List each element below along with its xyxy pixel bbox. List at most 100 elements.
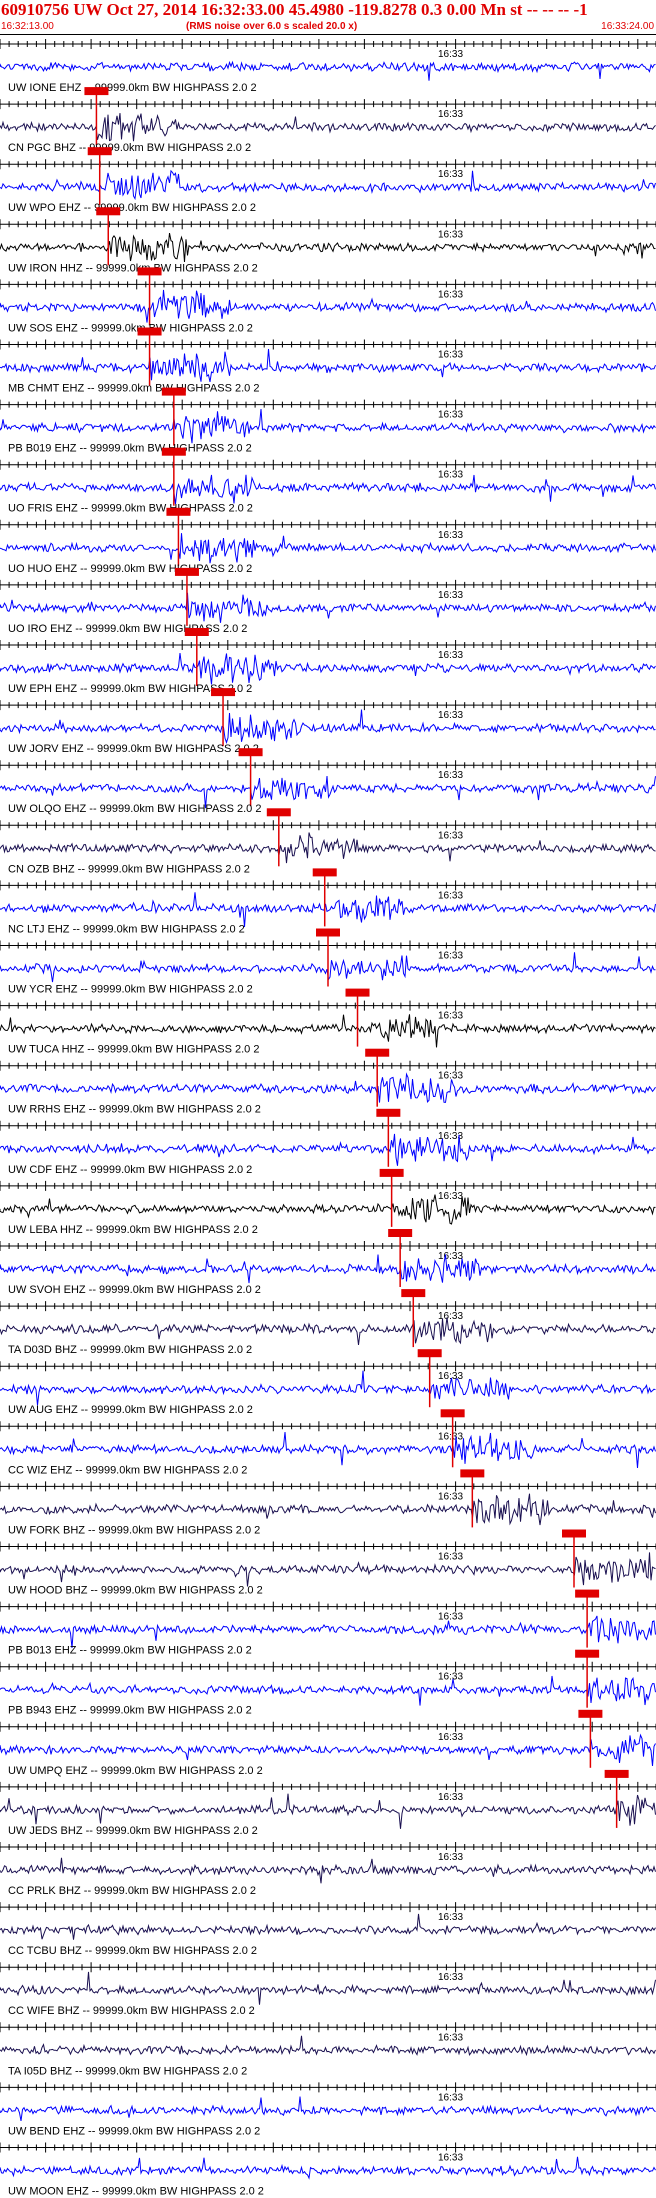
channel-label: PB B013 EHZ -- 99999.0km BW HIGHPASS 2.0… [8, 1645, 252, 1657]
waveform-trace [0, 1370, 656, 1406]
channel-label: UW JORV EHZ -- 99999.0km BW HIGHPASS 2.0… [8, 743, 259, 755]
channel-label: CC WIFE BHZ -- 99999.0km BW HIGHPASS 2.0… [8, 2005, 255, 2017]
channel-label: MB CHMT EHZ -- 99999.0km BW HIGHPASS 2.0… [8, 383, 259, 395]
pick-flag [312, 868, 337, 877]
waveform-trace [0, 1014, 656, 1048]
waveform-trace [0, 474, 656, 505]
channel-label: CN OZB BHZ -- 99999.0km BW HIGHPASS 2.0 … [8, 863, 250, 875]
waveform-trace [0, 233, 656, 263]
channel-label: UW SOS EHZ -- 99999.0km BW HIGHPASS 2.0 … [8, 322, 253, 334]
pick-flag [460, 1469, 485, 1478]
minute-label: 16:33 [438, 1852, 463, 1863]
pick-flag [96, 207, 121, 216]
waveform-trace [0, 289, 656, 323]
waveform-trace [0, 1615, 656, 1648]
pick-flag [440, 1409, 465, 1418]
waveform-trace [0, 1913, 656, 1940]
channel-label: UW MOON EHZ -- 99999.0km BW HIGHPASS 2.0… [8, 2186, 264, 2198]
minute-label: 16:33 [438, 1311, 463, 1322]
minute-label: 16:33 [438, 289, 463, 300]
pick-flag [379, 1168, 404, 1177]
minute-label: 16:33 [438, 1732, 463, 1743]
minute-label: 16:33 [438, 470, 463, 481]
waveform-trace [0, 113, 656, 142]
channel-label: CN PGC BHZ -- 99999.0km BW HIGHPASS 2.0 … [8, 142, 251, 154]
minute-label: 16:33 [438, 350, 463, 361]
pick-flag [87, 147, 112, 156]
pick-flag [238, 748, 263, 757]
waveform-trace [0, 1194, 656, 1225]
pick-flag [401, 1289, 426, 1298]
waveform-trace [0, 169, 656, 201]
waveform-trace [0, 1254, 656, 1284]
waveform-trace [0, 832, 656, 864]
minute-label: 16:33 [438, 650, 463, 661]
channel-label: UW AUG EHZ -- 99999.0km BW HIGHPASS 2.0 … [8, 1404, 253, 1416]
waveform-trace [0, 348, 656, 383]
waveform-trace [0, 1317, 656, 1346]
waveform-trace [0, 2096, 656, 2121]
pick-flag [376, 1108, 401, 1117]
channel-label: PB B019 EHZ -- 99999.0km BW HIGHPASS 2.0… [8, 443, 252, 455]
channel-label: UW JEDS BHZ -- 99999.0km BW HIGHPASS 2.0… [8, 1825, 258, 1837]
minute-label: 16:33 [438, 49, 463, 60]
channel-label: UW SVOH EHZ -- 99999.0km BW HIGHPASS 2.0… [8, 1284, 261, 1296]
minute-label: 16:33 [438, 169, 463, 180]
pick-flag [417, 1349, 442, 1358]
pick-flag [174, 567, 199, 576]
waveform-trace [0, 709, 656, 744]
waveform-trace [0, 2156, 656, 2180]
waveform-trace [0, 1133, 656, 1166]
channel-label: UW UMPQ EHZ -- 99999.0km BW HIGHPASS 2.0… [8, 1765, 263, 1777]
minute-label: 16:33 [438, 410, 463, 421]
seismogram-plot: 16:33 UW IONE EHZ -- 99999.0km BW HIGHPAS… [0, 39, 656, 2198]
pick-flag [316, 928, 340, 937]
waveform-trace [0, 60, 656, 81]
channel-label: UW RRHS EHZ -- 99999.0km BW HIGHPASS 2.0… [8, 1104, 261, 1116]
minute-label: 16:33 [438, 530, 463, 541]
minute-label: 16:33 [438, 1792, 463, 1803]
channel-label: TA D03D BHZ -- 99999.0km BW HIGHPASS 2.0… [8, 1344, 252, 1356]
minute-label: 16:33 [438, 770, 463, 781]
channel-label: UW CDF EHZ -- 99999.0km BW HIGHPASS 2.0 … [8, 1164, 252, 1176]
waveform-trace [0, 1793, 656, 1829]
channel-label: PB B943 EHZ -- 99999.0km BW HIGHPASS 2.0… [8, 1705, 252, 1717]
channel-label: UO HUO EHZ -- 99999.0km BW HIGHPASS 2.0 … [8, 563, 252, 575]
pick-flag [161, 387, 186, 396]
pick-flag [365, 1048, 390, 1057]
waveform-trace [0, 2035, 656, 2057]
minute-label: 16:33 [438, 229, 463, 240]
minute-label: 16:33 [438, 1912, 463, 1923]
waveform-trace [0, 408, 656, 444]
pick-flag [137, 327, 162, 336]
minute-label: 16:33 [438, 2032, 463, 2043]
channel-label: UW WPO EHZ -- 99999.0km BW HIGHPASS 2.0 … [8, 202, 256, 214]
minute-label: 16:33 [438, 2153, 463, 2164]
pick-flag [388, 1229, 413, 1237]
pick-flag [266, 808, 291, 817]
channel-label: UW LEBA HHZ -- 99999.0km BW HIGHPASS 2.0… [8, 1224, 258, 1236]
waveform-trace [0, 1431, 656, 1468]
waveform-trace [0, 1675, 656, 1706]
minute-label: 16:33 [438, 1431, 463, 1442]
pick-flag [575, 1589, 600, 1598]
minute-label: 16:33 [438, 1191, 463, 1202]
pick-flag [166, 507, 191, 516]
pick-flag [604, 1769, 629, 1778]
waveform-trace [0, 1552, 656, 1587]
channel-label: UO FRIS EHZ -- 99999.0km BW HIGHPASS 2.0… [8, 503, 253, 515]
minute-label: 16:33 [438, 109, 463, 120]
channel-label: UW YCR EHZ -- 99999.0km BW HIGHPASS 2.0 … [8, 984, 253, 996]
pick-flag [84, 87, 109, 96]
minute-label: 16:33 [438, 1491, 463, 1502]
channel-label: UW HOOD BHZ -- 99999.0km BW HIGHPASS 2.0… [8, 1585, 263, 1597]
minute-label: 16:33 [438, 830, 463, 841]
channel-label: UW IONE EHZ -- 99999.0km BW HIGHPASS 2.0… [8, 82, 257, 94]
channel-label: TA I05D BHZ -- 99999.0km BW HIGHPASS 2.0… [8, 2065, 247, 2077]
pick-flag [578, 1709, 603, 1718]
channel-label: CC WIZ EHZ -- 99999.0km BW HIGHPASS 2.0 … [8, 1464, 247, 1476]
pick-flag [161, 447, 186, 456]
waveform-trace [0, 892, 656, 928]
waveform-trace [0, 1493, 656, 1526]
pick-flag [211, 688, 236, 697]
